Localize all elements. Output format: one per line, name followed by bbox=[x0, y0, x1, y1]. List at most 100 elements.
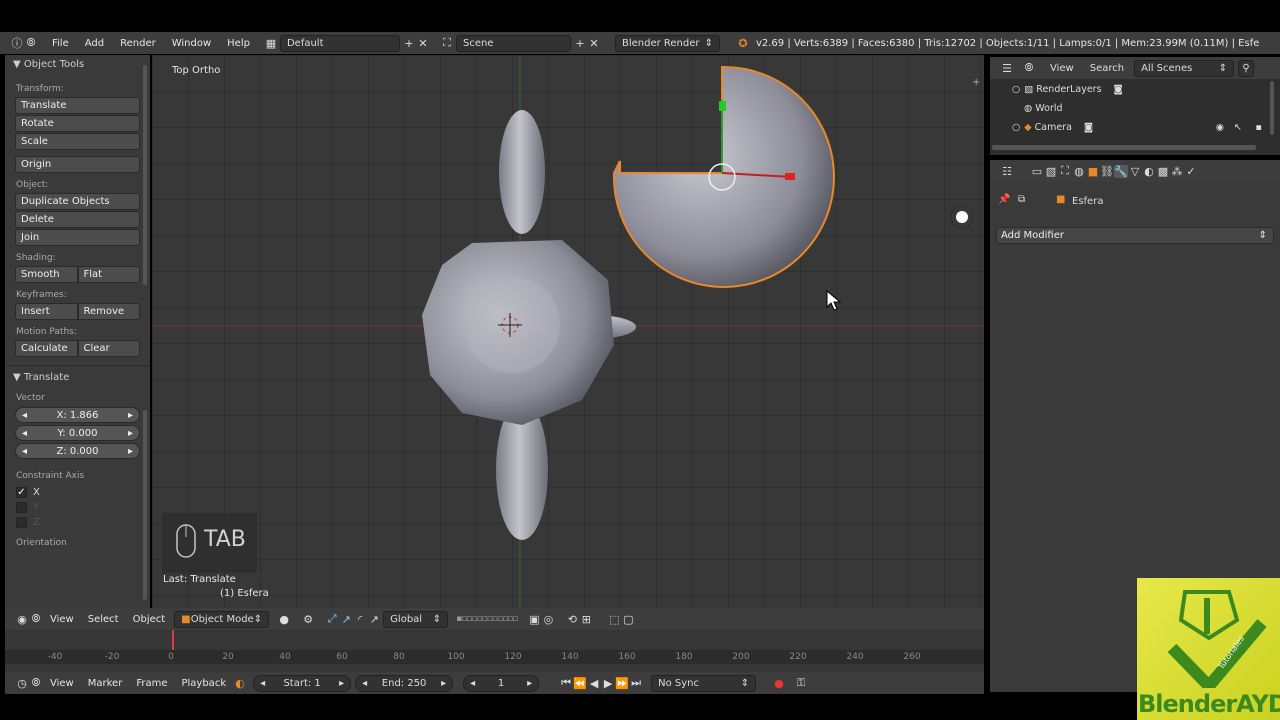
snap-element-icon[interactable]: ⊞ bbox=[579, 613, 593, 626]
texture-tab-icon[interactable]: ▩ bbox=[1156, 165, 1170, 178]
lock-camera-icon[interactable]: ▣ bbox=[527, 613, 541, 626]
remove-layout-button[interactable]: ✕ bbox=[416, 37, 430, 50]
editor-type-icon[interactable]: ☷ bbox=[1000, 165, 1014, 178]
layers-icon[interactable]: ▪▫▫▫▫▫▫▫▫▫▫▫ bbox=[456, 614, 518, 624]
render-engine-selector[interactable]: Blender Render ⇕ bbox=[614, 34, 720, 52]
increment-icon[interactable]: ▸ bbox=[128, 446, 133, 457]
mode-selector[interactable]: ■ Object Mode ⇕ bbox=[174, 610, 270, 628]
modifiers-tab-icon[interactable]: 🔧 bbox=[1114, 164, 1128, 178]
decrement-icon[interactable]: ◂ bbox=[470, 678, 475, 689]
add-modifier-dropdown[interactable]: Add Modifier ⇕ bbox=[996, 227, 1274, 244]
menu-marker[interactable]: Marker bbox=[81, 678, 130, 689]
sync-selector[interactable]: No Sync ⇕ bbox=[651, 674, 757, 692]
preview-range-icon[interactable]: ◐ bbox=[233, 677, 247, 690]
increment-icon[interactable]: ▸ bbox=[441, 678, 446, 689]
flat-button[interactable]: Flat bbox=[77, 266, 140, 283]
object-tools-header[interactable]: ▼ Object Tools bbox=[5, 55, 150, 74]
constraint-x-checkbox[interactable]: ✓ X bbox=[16, 487, 139, 498]
scene-icon[interactable]: ⛶ bbox=[440, 36, 454, 50]
pin-icon[interactable]: 📌 bbox=[998, 194, 1010, 205]
jump-start-icon[interactable]: ⏮ bbox=[559, 676, 573, 690]
increment-icon[interactable]: ▸ bbox=[527, 678, 532, 689]
prev-keyframe-icon[interactable]: ⏪ bbox=[573, 677, 587, 690]
play-icon[interactable]: ▶ bbox=[601, 677, 615, 690]
menu-add[interactable]: Add bbox=[77, 38, 112, 49]
join-button[interactable]: Join bbox=[15, 229, 140, 246]
current-frame-marker[interactable] bbox=[172, 630, 174, 650]
play-reverse-icon[interactable]: ◀ bbox=[587, 677, 601, 690]
selectable-cursor-icon[interactable]: ↖ bbox=[1234, 122, 1242, 133]
expand-icon[interactable]: ○ bbox=[1012, 84, 1020, 95]
editor-type-icon[interactable]: ◉ bbox=[15, 613, 29, 626]
delete-button[interactable]: Delete bbox=[15, 211, 140, 228]
menu-object[interactable]: Object bbox=[126, 614, 173, 625]
render-layers-tab-icon[interactable]: ▧ bbox=[1044, 165, 1058, 178]
menu-playback[interactable]: Playback bbox=[174, 678, 233, 689]
manipulator-toggle-icon[interactable]: ⤢ bbox=[325, 612, 339, 626]
outliner-row[interactable]: ○ ▧ RenderLayers ◙ bbox=[990, 80, 1280, 99]
world-tab-icon[interactable]: ◍ bbox=[1072, 165, 1086, 178]
layout-selector[interactable]: Default bbox=[279, 34, 400, 52]
render-anim-icon[interactable]: ▢ bbox=[621, 613, 635, 626]
remove-scene-button[interactable]: ✕ bbox=[587, 37, 601, 50]
record-icon[interactable]: ● bbox=[772, 677, 786, 690]
render-preview-icon[interactable]: ⬚ bbox=[607, 613, 621, 626]
scale-manipulator-icon[interactable]: ↗ bbox=[367, 613, 381, 626]
outliner-hscrollbar[interactable] bbox=[992, 145, 1256, 150]
scene-selector[interactable]: Scene bbox=[455, 34, 571, 52]
end-frame-field[interactable]: ◂ End: 250 ▸ bbox=[355, 674, 454, 692]
outliner-search-field[interactable]: ⚲ bbox=[1238, 59, 1255, 77]
remove-keyframe-button[interactable]: Remove bbox=[77, 303, 140, 320]
outliner-row[interactable]: ◍ World bbox=[990, 99, 1280, 118]
menu-toggle-icon[interactable]: ⦾ bbox=[1022, 61, 1036, 75]
render-layer-toggle-icon[interactable]: ◙ bbox=[1114, 84, 1123, 95]
menu-view[interactable]: View bbox=[1042, 63, 1082, 74]
increment-icon[interactable]: ▸ bbox=[128, 428, 133, 439]
translate-button[interactable]: Translate bbox=[15, 97, 140, 114]
current-frame-field[interactable]: ◂ 1 ▸ bbox=[463, 674, 540, 692]
editor-type-icon[interactable]: ☰ bbox=[1000, 62, 1014, 75]
decrement-icon[interactable]: ◂ bbox=[22, 446, 27, 457]
display-mode-selector[interactable]: All Scenes ⇕ bbox=[1134, 59, 1235, 77]
increment-icon[interactable]: ▸ bbox=[339, 678, 344, 689]
menu-render[interactable]: Render bbox=[112, 38, 164, 49]
particles-tab-icon[interactable]: ⁂ bbox=[1170, 165, 1184, 178]
menu-window[interactable]: Window bbox=[164, 38, 219, 49]
timeline-ruler[interactable] bbox=[5, 650, 984, 664]
vector-x-field[interactable]: ◂ X: 1.866 ▸ bbox=[15, 407, 140, 423]
proportional-edit-icon[interactable]: ◎ bbox=[541, 613, 555, 626]
increment-icon[interactable]: ▸ bbox=[128, 410, 133, 421]
3d-viewport[interactable]: + Top Ortho TAB Last: Translate (1) Esfe… bbox=[152, 55, 984, 608]
editor-type-icon[interactable]: ◷ bbox=[15, 677, 29, 690]
add-layout-button[interactable]: + bbox=[402, 37, 416, 50]
decrement-icon[interactable]: ◂ bbox=[362, 678, 367, 689]
scene-tab-icon[interactable]: ⛶ bbox=[1058, 164, 1072, 178]
origin-button[interactable]: Origin bbox=[15, 156, 140, 173]
menu-file[interactable]: File bbox=[44, 38, 77, 49]
data-tab-icon[interactable]: ▽ bbox=[1128, 165, 1142, 178]
decrement-icon[interactable]: ◂ bbox=[22, 428, 27, 439]
outliner[interactable]: ○ ▧ RenderLayers ◙ ◍ World ○ ◆ Camera ◙ ◉ ↖ ▪ bbox=[990, 79, 1280, 155]
menu-frame[interactable]: Frame bbox=[129, 678, 174, 689]
material-tab-icon[interactable]: ◐ bbox=[1142, 165, 1156, 178]
menu-toggle-icon[interactable]: ⦾ bbox=[24, 36, 38, 50]
keying-set-icon[interactable]: ⚿ bbox=[794, 676, 808, 690]
camera-data-icon[interactable]: ◙ bbox=[1084, 122, 1093, 133]
menu-view[interactable]: View bbox=[43, 678, 81, 689]
editor-type-icon[interactable]: ⓘ bbox=[10, 35, 24, 51]
menu-view[interactable]: View bbox=[43, 614, 81, 625]
renderable-camera-icon[interactable]: ▪ bbox=[1256, 122, 1262, 133]
translate-manipulator-icon[interactable]: ↗ bbox=[339, 613, 353, 626]
menu-search[interactable]: Search bbox=[1082, 63, 1132, 74]
physics-tab-icon[interactable]: ✓ bbox=[1184, 165, 1198, 178]
constraint-y-checkbox[interactable]: Y bbox=[16, 502, 139, 513]
vector-z-field[interactable]: ◂ Z: 0.000 ▸ bbox=[15, 443, 140, 459]
pivot-icon[interactable]: ⚙ bbox=[301, 613, 315, 626]
timeline[interactable]: -40 -20 0 20 40 60 80 100 120 140 160 18… bbox=[5, 630, 984, 672]
visibility-eye-icon[interactable]: ◉ bbox=[1216, 122, 1224, 133]
transform-orientation-selector[interactable]: Global ⇕ bbox=[383, 610, 449, 628]
vector-y-field[interactable]: ◂ Y: 0.000 ▸ bbox=[15, 425, 140, 441]
rotate-manipulator-icon[interactable]: ◜ bbox=[353, 613, 367, 626]
operator-scrollbar[interactable] bbox=[143, 410, 147, 600]
duplicate-objects-button[interactable]: Duplicate Objects bbox=[15, 193, 140, 210]
